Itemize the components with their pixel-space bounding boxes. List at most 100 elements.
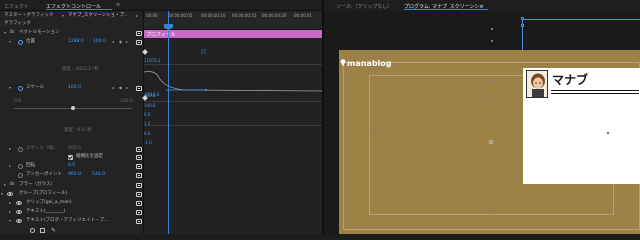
velocity-graph[interactable]: [144, 66, 323, 96]
section-graphic: グラフィック: [4, 21, 31, 26]
reset-icon[interactable]: [136, 173, 142, 178]
expand-triangle-icon[interactable]: ▸: [4, 182, 6, 187]
expand-triangle-icon[interactable]: ▸: [9, 209, 11, 214]
stopwatch-icon[interactable]: [18, 40, 23, 45]
tab-source[interactable]: ソース:（クリップなし）: [336, 3, 392, 10]
effect-controls-panel: エフェクト エフェクトコントロール ≡ マスター・グラフィック ▾ マナブ_スク…: [0, 0, 323, 234]
keyframe-icon[interactable]: ⟦⟧: [201, 49, 206, 55]
rotation-label: 回転: [26, 163, 35, 168]
source-label: マスター・グラフィック: [4, 13, 54, 18]
eye-icon[interactable]: [16, 219, 22, 223]
next-keyframe-icon[interactable]: ▸: [126, 85, 128, 90]
active-tab-underline: [404, 9, 488, 10]
ellipse-mask-icon[interactable]: [30, 228, 35, 233]
anchor-point-label: アンカーポイント: [26, 172, 62, 177]
text-layer-label: テキスト(ブログ・アフィリエイト・プ...: [26, 218, 109, 223]
chevron-down-icon[interactable]: ▾: [62, 13, 64, 18]
reset-icon[interactable]: [136, 31, 142, 36]
scale-label: スケール: [26, 85, 44, 90]
transform-handle[interactable]: [521, 17, 524, 20]
graph-gridline: [144, 64, 323, 65]
blur-effect-label: ブラー（ガウス）: [19, 182, 55, 187]
transform-handle[interactable]: [607, 132, 609, 134]
next-keyframe-icon[interactable]: ▸: [126, 39, 128, 44]
motion-path-point[interactable]: [491, 100, 493, 102]
reset-icon[interactable]: [136, 183, 142, 188]
timecode-label: 00:00:00:20: [262, 13, 287, 18]
tab-effects[interactable]: エフェクト: [4, 3, 29, 10]
eye-icon[interactable]: [16, 210, 22, 214]
reset-icon[interactable]: [136, 155, 142, 160]
prev-keyframe-icon[interactable]: ◂: [112, 39, 114, 44]
add-keyframe-icon[interactable]: ◆: [119, 85, 122, 90]
program-canvas[interactable]: manablog マナブ: [339, 50, 640, 234]
uniform-scale-label: 縦横比を固定: [76, 154, 103, 159]
reset-icon[interactable]: [136, 192, 142, 197]
stopwatch-icon[interactable]: [18, 173, 23, 178]
keyframe-timeline[interactable]: 00:00 00:00:00:05 00:00:00:10 00:00:00:1…: [142, 11, 323, 234]
reset-icon[interactable]: [136, 147, 142, 152]
scale-width-label: スケール（幅）: [26, 146, 58, 151]
collapse-triangle-icon[interactable]: ▾: [9, 218, 11, 223]
play-triangle-icon[interactable]: ▸: [136, 13, 138, 18]
motion-path-point[interactable]: [491, 40, 493, 42]
scale-slider-knob[interactable]: [71, 106, 75, 110]
expand-triangle-icon[interactable]: ▸: [9, 163, 11, 168]
anchor-point-icon[interactable]: [489, 140, 493, 144]
motion-path-point[interactable]: [491, 28, 493, 30]
panel-menu-icon[interactable]: ≡: [116, 2, 120, 8]
uniform-scale-checkbox[interactable]: [68, 155, 73, 160]
anchor-y-value[interactable]: 540.0: [92, 172, 105, 178]
blog-logo-text: manablog: [347, 59, 392, 68]
prev-keyframe-icon[interactable]: ◂: [112, 85, 114, 90]
motion-path-point[interactable]: [491, 80, 493, 82]
graph-label: 100.0: [144, 103, 156, 108]
active-tab-underline: [46, 9, 112, 10]
slider-min-label: 0.0: [14, 99, 22, 104]
keyframe-icon[interactable]: [142, 49, 148, 55]
scale-value[interactable]: 100.0: [68, 85, 81, 91]
stopwatch-icon[interactable]: [18, 86, 23, 91]
reset-icon[interactable]: [136, 201, 142, 206]
slider-max-label: 200.0: [120, 99, 133, 104]
eye-icon[interactable]: [7, 192, 13, 196]
reset-icon[interactable]: [136, 40, 142, 45]
sequence-dropdown[interactable]: マナブ_スクリーンショ・プ..: [68, 13, 127, 19]
clip-layer-label: クリップ(gai_a_man): [26, 200, 72, 205]
transform-handle[interactable]: [521, 24, 524, 27]
transform-handle[interactable]: [491, 210, 493, 212]
anchor-x-value[interactable]: 960.0: [68, 172, 81, 178]
expand-triangle-icon[interactable]: ▸: [9, 146, 11, 151]
vector-motion-label: ベクトルモーション: [19, 30, 60, 35]
clip-bar[interactable]: プロフィール: [144, 30, 323, 38]
pen-mask-icon[interactable]: ✎: [51, 227, 56, 234]
expand-triangle-icon[interactable]: ▾: [9, 85, 11, 90]
collapse-triangle-icon[interactable]: ▾: [4, 30, 6, 35]
reset-icon[interactable]: [136, 164, 142, 169]
reset-icon[interactable]: [136, 219, 142, 224]
fx-icon[interactable]: fx: [10, 30, 14, 35]
scale-width-value[interactable]: 100.0: [68, 146, 81, 152]
eye-icon[interactable]: [16, 201, 22, 205]
add-keyframe-icon[interactable]: ◆: [119, 39, 122, 44]
position-label: 位置: [26, 39, 35, 44]
reset-icon[interactable]: [136, 86, 142, 91]
stopwatch-icon[interactable]: [18, 164, 23, 169]
fx-icon[interactable]: fx: [10, 182, 14, 187]
position-x-value[interactable]: 1288.0: [68, 39, 84, 45]
expand-triangle-icon[interactable]: ▸: [9, 200, 11, 205]
expand-triangle-icon[interactable]: ▾: [9, 39, 11, 44]
title-underline: [551, 93, 639, 94]
graph-label: 0.0: [144, 131, 151, 136]
stopwatch-icon[interactable]: [18, 147, 23, 152]
collapse-triangle-icon[interactable]: ▾: [1, 191, 3, 196]
rectangle-mask-icon[interactable]: [40, 228, 45, 233]
rotation-value[interactable]: 0.0: [68, 163, 75, 169]
profile-card[interactable]: マナブ: [523, 68, 640, 184]
position-y-value[interactable]: 100.0: [93, 39, 106, 45]
reset-icon[interactable]: [136, 210, 142, 215]
graph-label: -1.0: [144, 140, 152, 145]
selection-outline: [522, 19, 640, 20]
playhead[interactable]: [168, 11, 169, 234]
transform-handle[interactable]: [375, 132, 377, 134]
